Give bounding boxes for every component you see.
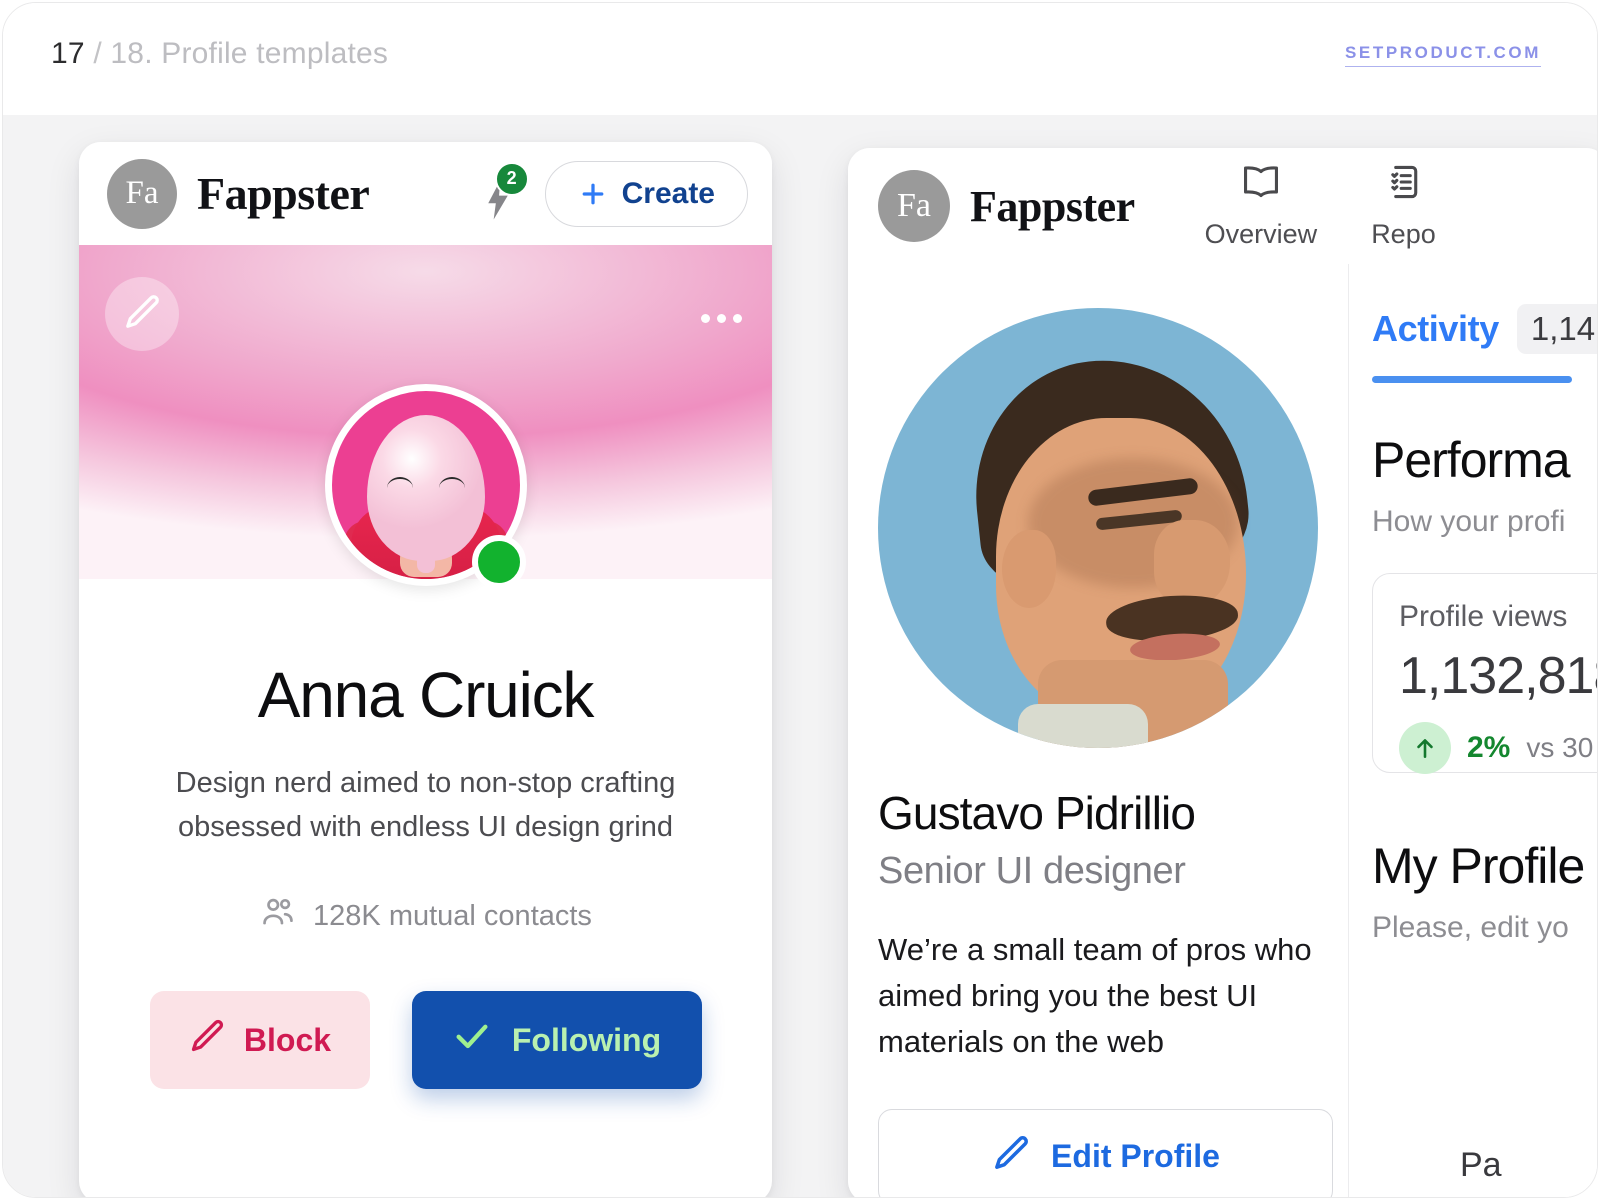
- performance-title: Performa: [1372, 432, 1571, 488]
- tab-activity[interactable]: Activity 1,14: [1372, 304, 1597, 376]
- card2-right-panel: Activity 1,14 Performa How your profi Pr…: [1338, 264, 1597, 1197]
- avatar: [878, 308, 1318, 748]
- pencil-icon: [122, 292, 162, 337]
- tabs: Activity 1,14: [1354, 304, 1597, 376]
- ellipsis-dot: [716, 313, 726, 323]
- avatar-nose: [1154, 520, 1230, 606]
- stat-trend: 2% vs 30 d: [1399, 722, 1597, 774]
- ellipsis-dot: [700, 313, 710, 323]
- nav-item-reports[interactable]: Repo: [1371, 162, 1436, 250]
- create-button[interactable]: Create: [544, 160, 748, 227]
- breadcrumb-title: 18. Profile templates: [110, 37, 389, 70]
- card1-header: Fa Fappster 2 Create: [79, 142, 772, 245]
- bio-line-2: obsessed with endless UI design grind: [178, 811, 673, 844]
- performance-subtitle: How your profi: [1372, 505, 1566, 538]
- status-badge: [471, 535, 526, 589]
- balloon-face: [366, 415, 485, 561]
- edit-profile-label: Edit Profile: [1051, 1138, 1220, 1175]
- tab-activity-label: Activity: [1372, 308, 1499, 349]
- check-icon: [452, 1016, 492, 1064]
- nav-item-reports-label: Repo: [1371, 219, 1436, 249]
- tab-active-indicator: [1372, 376, 1572, 383]
- my-profile-section: My Profile Please, edit yo: [1354, 837, 1597, 945]
- brand-link[interactable]: SETPRODUCT.COM: [1344, 43, 1541, 67]
- card1-actions: Block Following: [119, 991, 732, 1090]
- panel-footer-text: Pa: [1460, 1146, 1502, 1184]
- following-button-label: Following: [511, 1021, 662, 1058]
- cover-more-button[interactable]: [694, 301, 748, 335]
- page-title: Anna Cruick: [257, 659, 595, 731]
- profile-card-gustavo: Fa Fappster Overview Repo Gustavo Pidril…: [848, 148, 1597, 1197]
- mutual-contacts[interactable]: 128K mutual contacts: [119, 893, 732, 939]
- stat-value: 1,132,818: [1399, 647, 1597, 705]
- breadcrumb-current-page: 17: [51, 37, 85, 70]
- following-button[interactable]: Following: [411, 991, 702, 1090]
- plus-icon: [578, 179, 608, 209]
- mutual-contacts-label: 128K mutual contacts: [313, 899, 592, 932]
- card2-left-column: Gustavo Pidrillio Senior UI designer We’…: [848, 264, 1338, 1197]
- ellipsis-dot: [732, 313, 742, 323]
- app-avatar: Fa: [878, 170, 950, 242]
- eyelash-left: [386, 477, 413, 488]
- avatar-ear: [1002, 530, 1056, 608]
- people-icon: [259, 893, 297, 939]
- breadcrumb: 17 / 18. Profile templates: [51, 37, 388, 71]
- clipboard-icon: [1381, 162, 1425, 207]
- my-profile-title: My Profile: [1372, 838, 1585, 894]
- tab-activity-count: 1,14: [1516, 304, 1597, 354]
- profile-card-anna: Fa Fappster 2 Create Anna Cruick Design …: [79, 142, 772, 1197]
- app-logo: Fappster: [970, 181, 1135, 231]
- nav-item-overview-label: Overview: [1204, 219, 1318, 249]
- notification-badge: 2: [494, 161, 529, 196]
- app-frame: 17 / 18. Profile templates SETPRODUCT.CO…: [2, 2, 1598, 1198]
- create-button-label: Create: [621, 176, 715, 210]
- app-avatar: Fa: [107, 158, 177, 229]
- pencil-icon: [991, 1133, 1031, 1181]
- bio-line-3: materials on the web: [878, 1023, 1165, 1059]
- bio-line-2: aimed bring you the best UI: [878, 977, 1258, 1013]
- block-button-label: Block: [243, 1021, 332, 1058]
- pencil-icon: [188, 1017, 226, 1063]
- nav-item-overview[interactable]: Overview: [1204, 162, 1318, 250]
- cover-edit-button[interactable]: [105, 277, 179, 351]
- cover-image: [79, 245, 772, 589]
- profile-role: Senior UI designer: [878, 850, 1186, 892]
- edit-profile-button[interactable]: Edit Profile: [878, 1108, 1333, 1197]
- notifications-bolt[interactable]: 2: [481, 161, 529, 222]
- avatar-shirt: [1018, 704, 1148, 748]
- header-nav: Overview Repo: [1205, 162, 1436, 250]
- block-button[interactable]: Block: [149, 991, 370, 1090]
- stat-trend-percent: 2%: [1467, 731, 1511, 764]
- bio-line-1: We’re a small team of pros who: [878, 932, 1312, 967]
- profile-name: Gustavo Pidrillio: [878, 787, 1196, 839]
- stat-trend-note: vs 30 d: [1526, 732, 1597, 763]
- my-profile-subtitle: Please, edit yo: [1372, 911, 1569, 944]
- breadcrumb-separator: /: [93, 37, 102, 70]
- profile-bio: Design nerd aimed to non-stop crafting o…: [119, 761, 732, 849]
- book-icon: [1239, 162, 1283, 207]
- card2-body: Gustavo Pidrillio Senior UI designer We’…: [848, 264, 1597, 1197]
- app-logo: Fappster: [197, 168, 370, 219]
- profile-bio: We’re a small team of pros who aimed bri…: [878, 927, 1338, 1065]
- top-bar: 17 / 18. Profile templates SETPRODUCT.CO…: [3, 3, 1597, 115]
- stat-label: Profile views: [1399, 600, 1568, 633]
- card1-body: Anna Cruick Design nerd aimed to non-sto…: [79, 659, 772, 1090]
- stat-card-profile-views: Profile views 1,132,818 2% vs 30 d: [1372, 573, 1597, 774]
- eyelash-right: [438, 477, 465, 488]
- bio-line-1: Design nerd aimed to non-stop crafting: [175, 767, 676, 799]
- arrow-up-icon: [1399, 722, 1451, 774]
- card2-header: Fa Fappster Overview Repo: [848, 148, 1597, 264]
